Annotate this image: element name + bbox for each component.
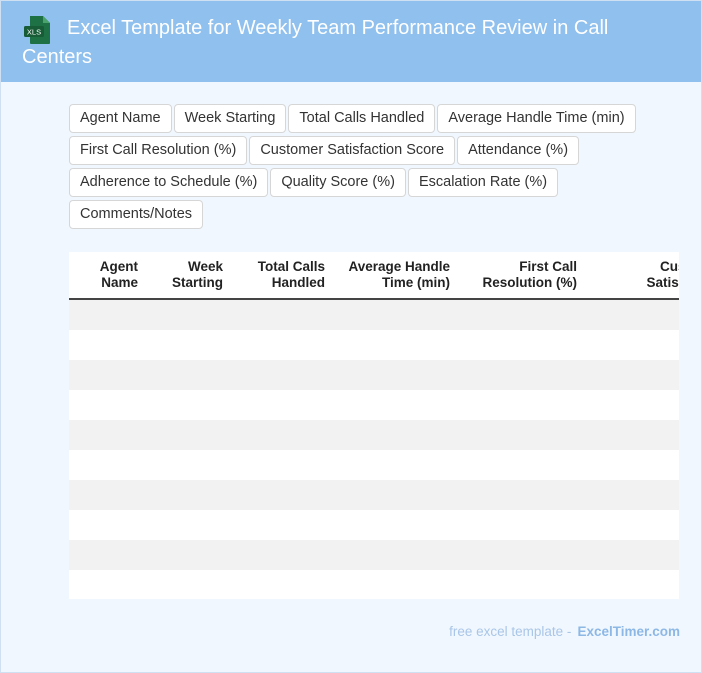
table-cell — [69, 480, 144, 510]
table-cell — [144, 510, 229, 540]
table-cell — [69, 390, 144, 420]
table-cell — [69, 570, 144, 599]
column-header: Customer Satisfaction — [583, 252, 679, 300]
field-tag: Attendance (%) — [457, 136, 580, 165]
table-cell — [331, 570, 456, 599]
data-table: Agent Name Week Starting Total Calls Handl… — [69, 252, 679, 599]
table-cell — [456, 420, 583, 450]
table-cell — [144, 360, 229, 390]
table-cell — [229, 540, 331, 570]
table-header-row: Agent Name Week Starting Total Calls Handl… — [69, 252, 679, 300]
table-cell — [144, 540, 229, 570]
table-cell — [69, 299, 144, 330]
table-row — [69, 390, 679, 420]
table-cell — [229, 390, 331, 420]
footer: free excel template - ExcelTimer.com — [449, 624, 680, 639]
table-cell — [456, 510, 583, 540]
table-cell — [229, 360, 331, 390]
table-row — [69, 480, 679, 510]
table-cell — [144, 480, 229, 510]
table-cell — [69, 360, 144, 390]
table-cell — [331, 390, 456, 420]
table-row — [69, 540, 679, 570]
column-header: Week Starting — [144, 252, 229, 300]
page-frame: XLS Excel Template for Weekly Team Perfo… — [0, 0, 702, 673]
field-tag: Comments/Notes — [69, 200, 204, 229]
column-header: Average Handle Time (min) — [331, 252, 456, 300]
table-cell — [456, 570, 583, 599]
table-cell — [144, 330, 229, 360]
table-cell — [69, 450, 144, 480]
table-cell — [456, 390, 583, 420]
table-cell — [583, 510, 679, 540]
table-cell — [331, 420, 456, 450]
table-body — [69, 299, 679, 599]
table-cell — [456, 450, 583, 480]
table-row — [69, 330, 679, 360]
field-tag: Week Starting — [173, 104, 287, 133]
table-cell — [229, 510, 331, 540]
table-cell — [69, 510, 144, 540]
field-tag: Escalation Rate (%) — [407, 168, 559, 197]
table-cell — [229, 299, 331, 330]
table-cell — [331, 540, 456, 570]
column-header: Agent Name — [69, 252, 144, 300]
table-cell — [144, 450, 229, 480]
table-cell — [331, 330, 456, 360]
field-tag: Adherence to Schedule (%) — [69, 168, 269, 197]
field-tag: First Call Resolution (%) — [69, 136, 248, 165]
table-row — [69, 299, 679, 330]
footer-brand-link[interactable]: ExcelTimer.com — [577, 624, 680, 639]
table-cell — [583, 450, 679, 480]
table-cell — [69, 330, 144, 360]
table-cell — [456, 360, 583, 390]
table-row — [69, 360, 679, 390]
table-row — [69, 420, 679, 450]
table-cell — [229, 450, 331, 480]
column-header: First Call Resolution (%) — [456, 252, 583, 300]
table-cell — [144, 299, 229, 330]
table-cell — [583, 330, 679, 360]
column-header: Total Calls Handled — [229, 252, 331, 300]
table-cell — [456, 299, 583, 330]
field-tag: Quality Score (%) — [270, 168, 406, 197]
field-tag: Agent Name — [69, 104, 172, 133]
table-cell — [229, 480, 331, 510]
table-cell — [583, 570, 679, 599]
field-tag: Customer Satisfaction Score — [249, 136, 456, 165]
field-list: Agent Name Week Starting Total Calls Handl… — [69, 104, 669, 232]
table-row — [69, 450, 679, 480]
table-cell — [456, 330, 583, 360]
table-cell — [69, 540, 144, 570]
table-cell — [331, 510, 456, 540]
table-cell — [456, 540, 583, 570]
table-cell — [144, 390, 229, 420]
table-cell — [583, 390, 679, 420]
table-cell — [583, 420, 679, 450]
footer-text: free excel template - — [449, 624, 572, 639]
table-cell — [331, 480, 456, 510]
table-cell — [583, 480, 679, 510]
table-cell — [229, 330, 331, 360]
table-cell — [144, 570, 229, 599]
field-tag: Average Handle Time (min) — [437, 104, 636, 133]
field-tag: Total Calls Handled — [288, 104, 436, 133]
page-title: Excel Template for Weekly Team Performan… — [22, 17, 609, 68]
table-cell — [331, 360, 456, 390]
table-row — [69, 570, 679, 599]
table-cell — [69, 420, 144, 450]
table-cell — [229, 420, 331, 450]
table-cell — [331, 450, 456, 480]
table-cell — [456, 480, 583, 510]
table-cell — [144, 420, 229, 450]
table-cell — [229, 570, 331, 599]
table-cell — [583, 360, 679, 390]
table-row — [69, 510, 679, 540]
table-cell — [583, 540, 679, 570]
table-cell — [583, 299, 679, 330]
table-cell — [331, 299, 456, 330]
page-header: XLS Excel Template for Weekly Team Perfo… — [1, 1, 701, 82]
